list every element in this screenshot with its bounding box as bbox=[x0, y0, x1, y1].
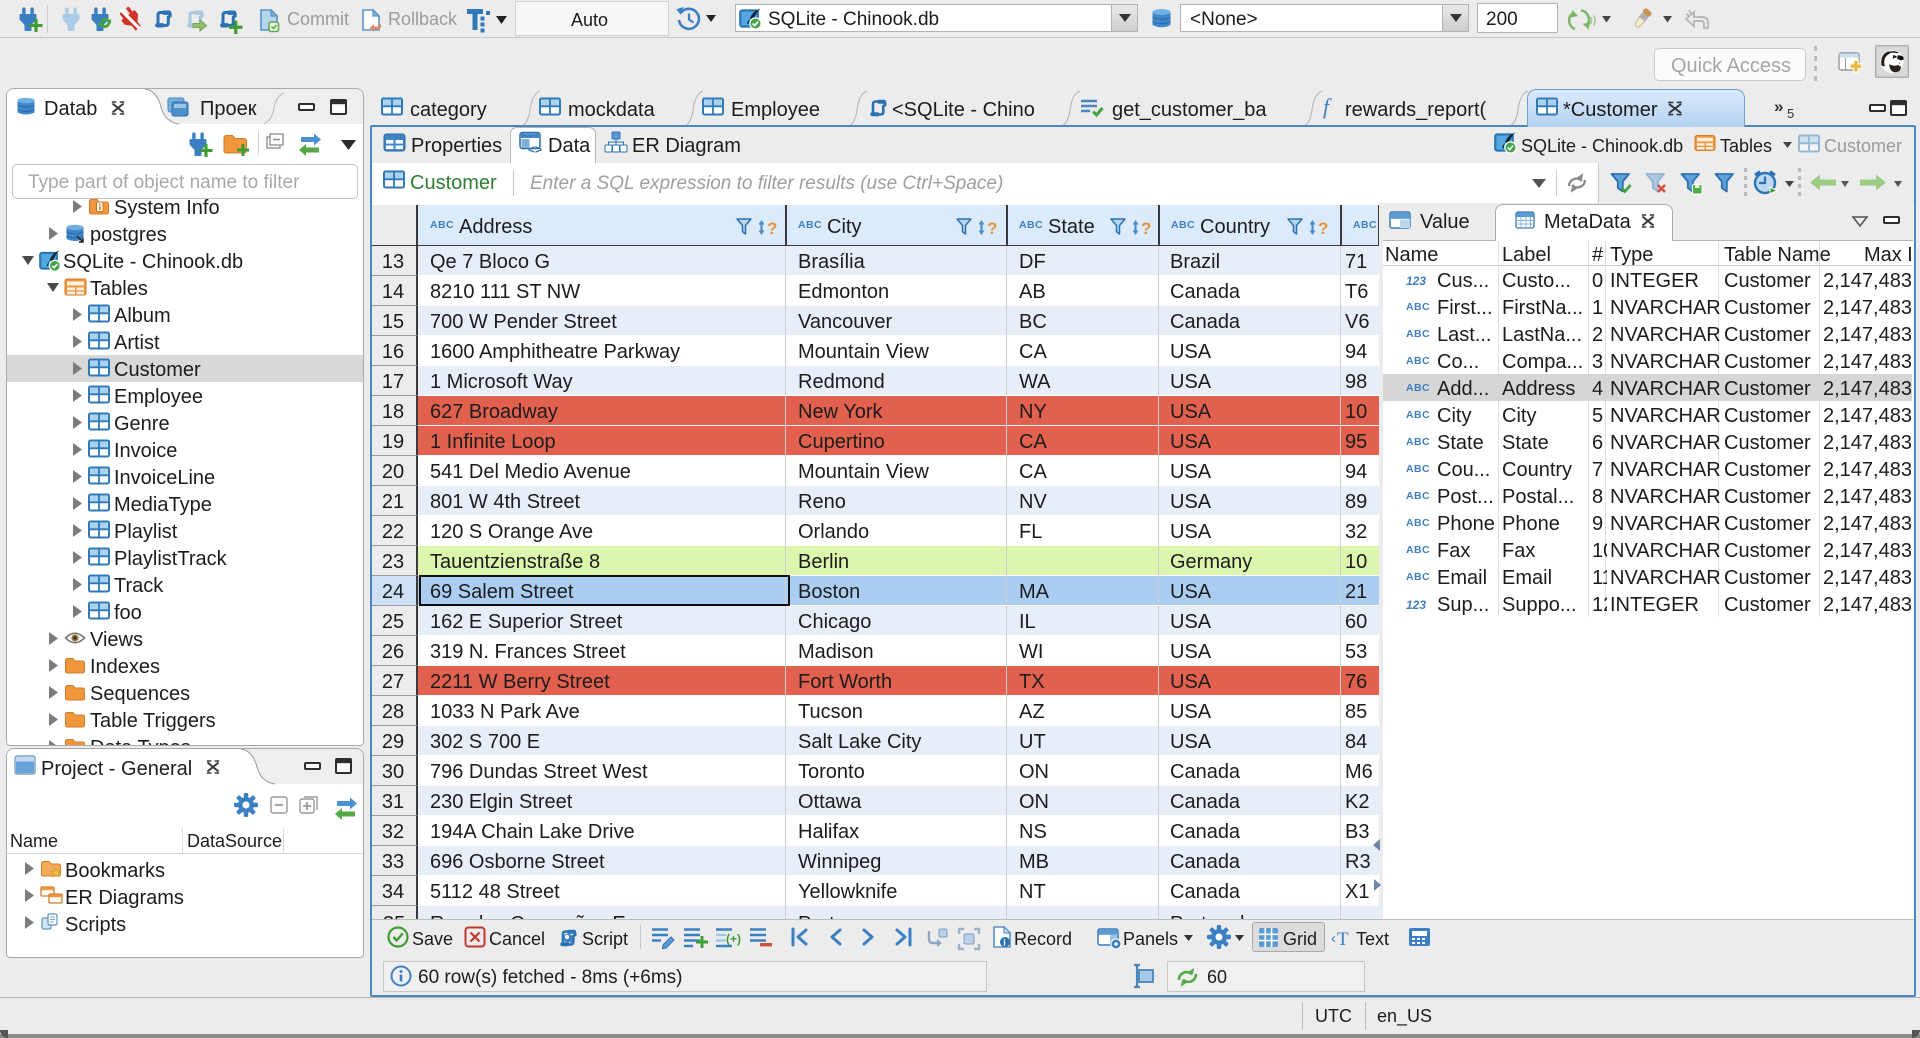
svg-text:?: ? bbox=[1141, 219, 1151, 238]
svg-text:‹: ‹ bbox=[1331, 930, 1336, 947]
svg-text:i: i bbox=[1003, 938, 1006, 948]
svg-text:<>: <> bbox=[528, 143, 542, 157]
svg-text:5: 5 bbox=[1787, 106, 1794, 121]
svg-text:»: » bbox=[1774, 97, 1783, 116]
svg-text:T: T bbox=[1337, 929, 1349, 950]
svg-text:(+): (+) bbox=[726, 932, 741, 946]
svg-text:?: ? bbox=[1318, 219, 1328, 238]
svg-text:?: ? bbox=[767, 219, 777, 238]
svg-text:?: ? bbox=[987, 219, 997, 238]
